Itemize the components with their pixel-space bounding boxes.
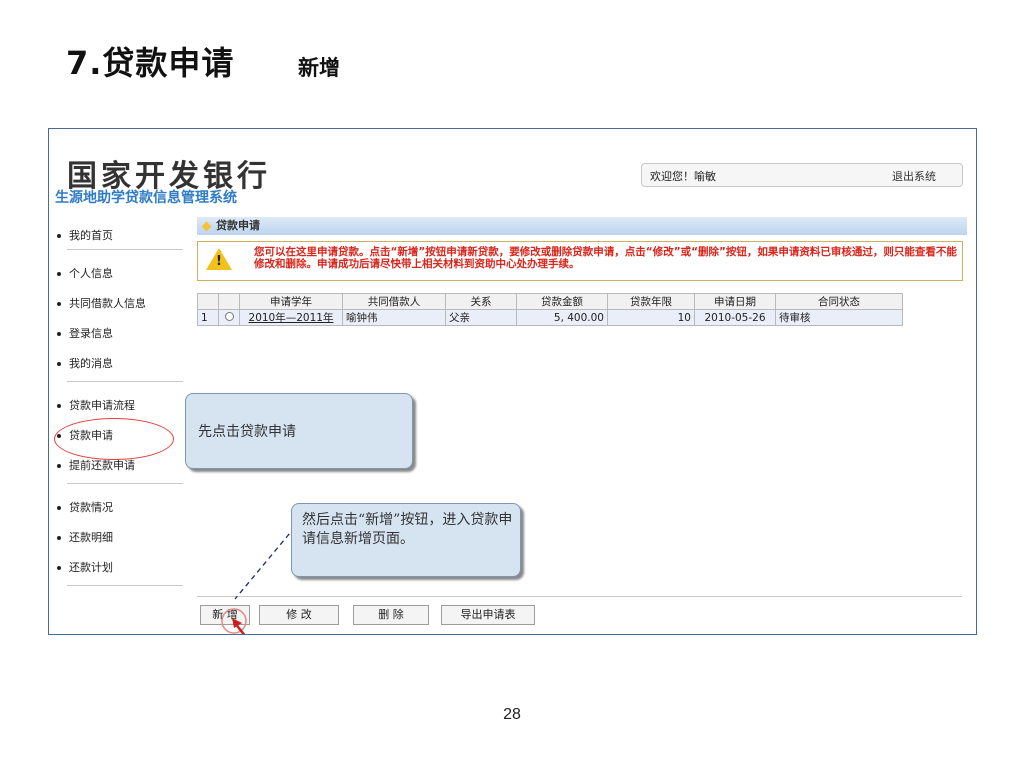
callout-step-1: 先点击贷款申请 [185,393,413,469]
app-screenshot-frame: 国家开发银行 生源地助学贷款信息管理系统 欢迎您！喻敏 退出系统 我的首页 个人… [48,128,977,635]
page-number: 28 [503,706,521,723]
callout-text: 先点击贷款申请 [198,424,296,440]
connector-line [234,526,296,600]
callout-text: 然后点击“新增”按钮，进入贷款申请信息新增页面。 [302,512,513,547]
slide-title: 7.贷款申请 [66,44,235,82]
callout-step-2: 然后点击“新增”按钮，进入贷款申请信息新增页面。 [291,503,521,577]
slide-subtitle: 新增 [298,56,340,80]
